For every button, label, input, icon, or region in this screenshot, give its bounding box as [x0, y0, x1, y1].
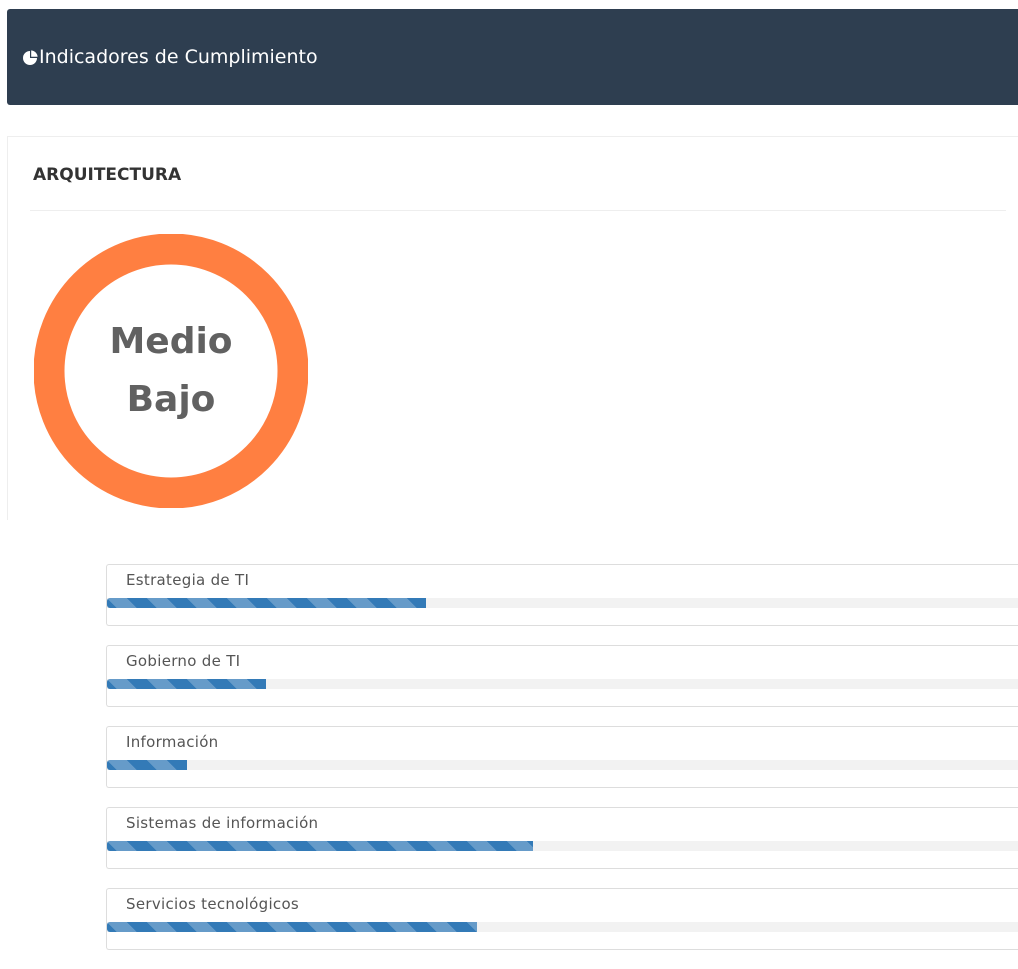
panel-title: ARQUITECTURA [33, 165, 182, 185]
progress-fill [107, 679, 267, 689]
progress-track [107, 760, 1018, 770]
compliance-gauge: Medio Bajo [34, 234, 308, 508]
progress-label: Sistemas de información [126, 814, 319, 832]
progress-item-sistemas: Sistemas de información [106, 807, 1018, 869]
progress-label: Gobierno de TI [126, 652, 241, 670]
progress-label: Estrategia de TI [126, 571, 250, 589]
progress-fill [107, 598, 426, 608]
page-title: Indicadores de Cumplimiento [39, 46, 318, 68]
progress-label: Información [126, 733, 219, 751]
gauge-label-line2: Bajo [126, 379, 216, 420]
progress-label: Servicios tecnológicos [126, 895, 300, 913]
progress-track [107, 598, 1018, 608]
progress-fill [107, 760, 188, 770]
progress-track [107, 841, 1018, 851]
progress-fill [107, 841, 534, 851]
panel-divider [30, 210, 1006, 211]
progress-list: Estrategia de TI Gobierno de TI Informac… [106, 564, 1018, 969]
pie-chart-icon [22, 49, 38, 66]
progress-fill [107, 922, 477, 932]
progress-item-servicios: Servicios tecnológicos [106, 888, 1018, 950]
header-bar: Indicadores de Cumplimiento [7, 9, 1018, 105]
gauge-label-line1: Medio [109, 321, 233, 362]
progress-item-gobierno: Gobierno de TI [106, 645, 1018, 707]
architecture-panel: ARQUITECTURA Medio Bajo [7, 136, 1018, 520]
progress-item-informacion: Información [106, 726, 1018, 788]
progress-track [107, 679, 1018, 689]
progress-item-estrategia: Estrategia de TI [106, 564, 1018, 626]
progress-track [107, 922, 1018, 932]
gauge-label: Medio Bajo [34, 234, 308, 508]
